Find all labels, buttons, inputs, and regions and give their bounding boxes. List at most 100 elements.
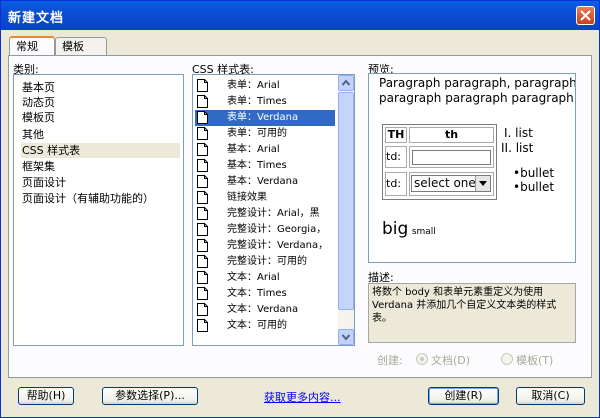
document-icon <box>197 95 208 108</box>
list-item[interactable]: 框架集 <box>22 159 61 174</box>
list-item[interactable]: 表单：可用的 <box>195 126 335 142</box>
list-item-label: 文本：Times <box>227 288 287 299</box>
document-icon <box>197 271 208 284</box>
scroll-down-button[interactable] <box>338 329 354 345</box>
list-item-label: 表单：Arial <box>227 80 280 91</box>
document-icon <box>197 223 208 236</box>
document-icon <box>197 159 208 172</box>
document-icon <box>197 255 208 268</box>
list-item[interactable]: 动态页 <box>22 95 61 110</box>
list-item-label: 文本：Verdana <box>227 304 299 315</box>
document-icon <box>197 319 208 332</box>
list-item-label: 表单：Times <box>227 96 287 107</box>
table-cell: td: <box>385 146 407 168</box>
cancel-button[interactable]: 取消(C) <box>516 387 585 405</box>
preview-pane: Paragraph paragraph, paragraph paragraph… <box>368 73 576 263</box>
table-cell: td: <box>385 172 407 196</box>
preview-paragraph: Paragraph paragraph, paragraph <box>379 76 576 90</box>
list-item[interactable]: 基本：Arial <box>195 142 335 158</box>
get-more-content-link[interactable]: 获取更多内容... <box>264 389 341 405</box>
chevron-down-icon <box>479 181 487 186</box>
list-item-label: 链接效果 <box>227 192 267 203</box>
list-item-label: 基本：Arial <box>227 144 280 155</box>
list-item[interactable]: 文本：可用的 <box>195 318 335 334</box>
list-item[interactable]: 表单：Arial <box>195 78 335 94</box>
list-item-label: 表单：可用的 <box>227 128 287 139</box>
radio-template[interactable] <box>501 353 513 365</box>
scroll-up-button[interactable] <box>338 75 354 91</box>
list-item-label: 表单：Verdana <box>227 112 299 123</box>
preferences-button[interactable]: 参数选择(P)... <box>102 387 198 405</box>
list-item[interactable]: 文本：Arial <box>195 270 335 286</box>
category-list[interactable]: 基本页 动态页 模板页 其他 CSS 样式表 框架集 页面设计 页面设计（有辅助… <box>13 74 184 346</box>
table-cell: select one <box>409 172 494 196</box>
description-box: 将数个 body 和表单元素重定义为使用 Verdana 并添加几个自定义文本类… <box>368 283 576 343</box>
document-icon <box>197 191 208 204</box>
document-icon <box>197 143 208 156</box>
tab-general[interactable]: 常规 <box>9 36 55 56</box>
scroll-thumb[interactable] <box>338 92 354 310</box>
css-list-scrollbar[interactable] <box>338 75 354 345</box>
close-icon <box>580 10 591 21</box>
preview-paragraph: paragraph paragraph paragraph <box>379 91 574 105</box>
list-item-label: 基本：Times <box>227 160 287 171</box>
document-icon <box>197 239 208 252</box>
document-icon <box>197 127 208 140</box>
preview-ordered-list-item: II. list <box>501 141 534 155</box>
list-item[interactable]: 页面设计（有辅助功能的） <box>22 191 160 206</box>
list-item[interactable]: 链接效果 <box>195 190 335 206</box>
document-icon <box>197 287 208 300</box>
table-cell <box>409 146 494 168</box>
list-item[interactable]: 表单：Times <box>195 94 335 110</box>
list-item[interactable]: 文本：Times <box>195 286 335 302</box>
list-item-label: 文本：可用的 <box>227 320 287 331</box>
table-header: th <box>409 127 494 143</box>
help-button[interactable]: 帮助(H) <box>18 387 74 405</box>
radio-document[interactable] <box>416 353 428 365</box>
title-bar[interactable]: 新建文档 <box>1 1 599 30</box>
list-item[interactable]: 完整设计：Verdana， <box>195 238 335 254</box>
document-icon <box>197 303 208 316</box>
list-item-label: 文本：Arial <box>227 272 280 283</box>
preview-big-small: big small <box>382 219 436 239</box>
preview-ordered-list-item: I. list <box>504 126 533 140</box>
new-document-dialog: 新建文档 常规 模板 类别: 基本页 动态页 模板页 其他 CSS 样式表 框架… <box>0 0 600 418</box>
list-item[interactable]: 完整设计：Georgia， <box>195 222 335 238</box>
select-arrow[interactable] <box>475 176 490 191</box>
table-header: TH <box>385 127 407 143</box>
preview-text-input[interactable] <box>412 150 491 165</box>
arrow-down-icon <box>341 334 351 341</box>
list-item-label: 完整设计：可用的 <box>227 256 307 267</box>
list-item-label: 基本：Verdana <box>227 176 299 187</box>
radio-template-label: 模板(T) <box>516 354 554 367</box>
list-item[interactable]: 页面设计 <box>22 175 72 190</box>
preview-select[interactable]: select one <box>411 175 491 192</box>
tab-templates[interactable]: 模板 <box>55 37 107 55</box>
list-item[interactable]: 模板页 <box>22 110 61 125</box>
preview-table: TH th td: td: select one <box>382 124 497 200</box>
document-icon <box>197 207 208 220</box>
document-icon <box>197 175 208 188</box>
close-button[interactable] <box>576 6 595 25</box>
list-item-label: 完整设计：Arial，黑 <box>227 208 320 219</box>
list-item[interactable]: 完整设计：Arial，黑 <box>195 206 335 222</box>
create-button[interactable]: 创建(R) <box>428 387 499 405</box>
document-icon <box>197 79 208 92</box>
create-as-label: 创建: <box>377 354 403 367</box>
list-item-selected[interactable]: CSS 样式表 <box>21 143 180 158</box>
list-item-selected[interactable]: 表单：Verdana <box>195 110 335 126</box>
list-item[interactable]: 完整设计：可用的 <box>195 254 335 270</box>
preview-bullet-item: •bullet <box>513 166 555 180</box>
window-title: 新建文档 <box>8 11 65 26</box>
list-item[interactable]: 基本：Times <box>195 158 335 174</box>
list-item[interactable]: 其他 <box>22 127 50 142</box>
arrow-up-icon <box>341 79 351 86</box>
list-item[interactable]: 基本页 <box>22 80 61 95</box>
list-item[interactable]: 基本：Verdana <box>195 174 335 190</box>
radio-document-label: 文档(D) <box>431 354 471 367</box>
list-item-label: 完整设计：Verdana， <box>227 240 329 251</box>
css-list[interactable]: 表单：Arial 表单：Times 表单：Verdana 表单：可用的 基本：Arial… <box>192 74 355 346</box>
list-item[interactable]: 文本：Verdana <box>195 302 335 318</box>
list-item-label: 完整设计：Georgia， <box>227 224 327 235</box>
preview-bullet-item: •bullet <box>513 180 555 194</box>
